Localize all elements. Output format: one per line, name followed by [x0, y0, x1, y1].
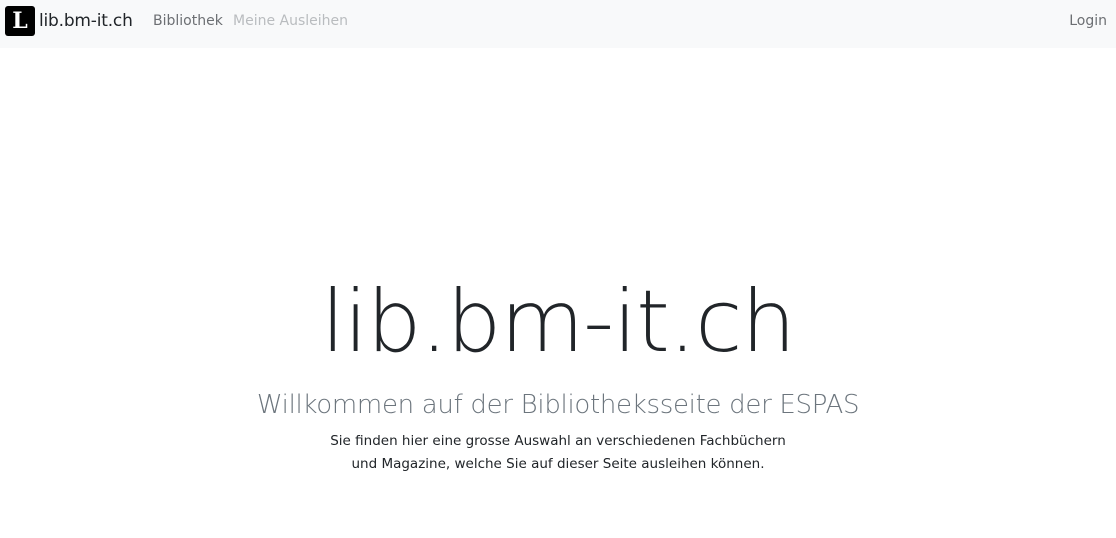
- nav-item-bibliothek[interactable]: Bibliothek: [153, 12, 223, 30]
- hero-description: Sie finden hier eine grosse Auswahl an v…: [0, 430, 1116, 476]
- brand-name: lib.bm-it.ch: [39, 11, 133, 31]
- top-navbar: L lib.bm-it.ch Bibliothek Meine Ausleihe…: [0, 0, 1116, 48]
- brand-home-link[interactable]: L lib.bm-it.ch: [5, 6, 133, 36]
- hero-title: lib.bm-it.ch: [321, 272, 796, 372]
- hero-description-line1: Sie finden hier eine grosse Auswahl an v…: [330, 433, 786, 449]
- hero-description-line2: und Magazine, welche Sie auf dieser Seit…: [351, 456, 765, 472]
- library-logo-icon: L: [5, 6, 35, 36]
- login-link[interactable]: Login: [1069, 12, 1107, 30]
- nav-item-meine-ausleihen[interactable]: Meine Ausleihen: [233, 12, 348, 30]
- hero-subtitle: Willkommen auf der Bibliotheksseite der …: [256, 390, 860, 420]
